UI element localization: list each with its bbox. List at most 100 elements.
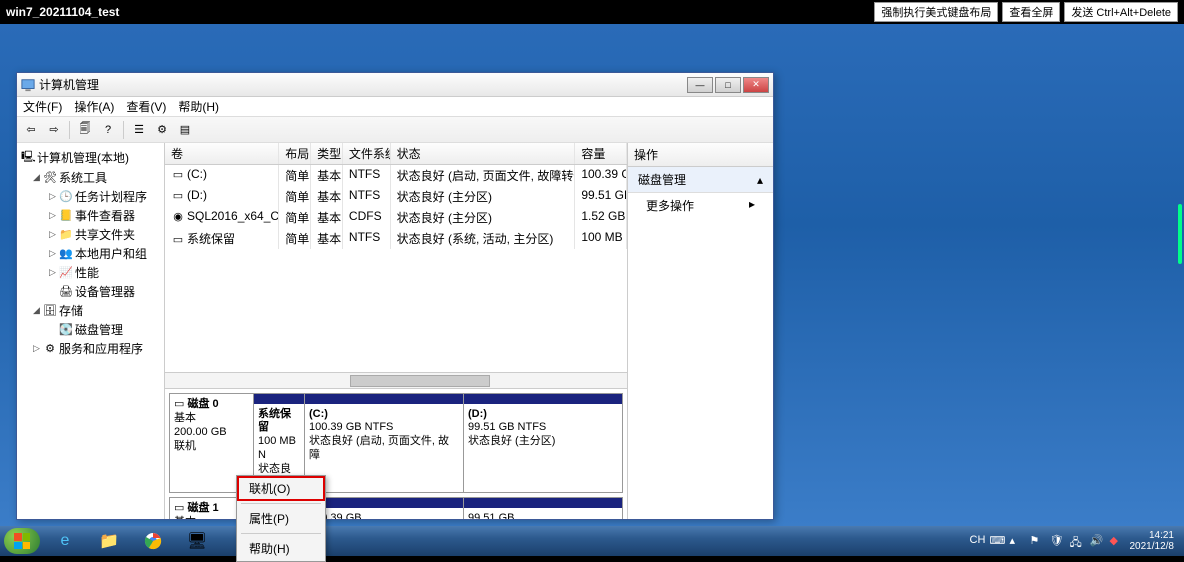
refresh-button[interactable]: 🗐 xyxy=(75,120,95,140)
disk-icon: ▭ xyxy=(174,398,187,410)
tree-system-tools[interactable]: ◢🛠系统工具 xyxy=(19,168,162,187)
back-button[interactable]: ⇦ xyxy=(21,120,41,140)
tools-icon: 🛠 xyxy=(43,171,57,184)
tree-local-users[interactable]: ▷👥本地用户和组 xyxy=(19,244,162,263)
actions-diskmgmt[interactable]: 磁盘管理▴ xyxy=(628,167,773,193)
cd-icon: ◉ xyxy=(171,210,185,223)
volume-row[interactable]: ▭(D:) 简单基本 NTFS状态良好 (主分区)99.51 GB xyxy=(165,186,627,207)
users-icon: 👥 xyxy=(59,247,73,260)
tree-shared-folders[interactable]: ▷📁共享文件夹 xyxy=(19,225,162,244)
minimize-button[interactable]: — xyxy=(687,77,713,93)
partition-c[interactable]: (C:)100.39 GB NTFS状态良好 (启动, 页面文件, 故障 xyxy=(304,394,463,493)
tray-ime[interactable]: CH xyxy=(970,534,984,548)
send-ctrl-alt-del-button[interactable]: 发送 Ctrl+Alt+Delete xyxy=(1064,2,1178,22)
disk-graphical-view: ▭ 磁盘 0 基本 200.00 GB 联机 系统保留100 MB N状态良好 … xyxy=(165,388,627,520)
tray-network-icon[interactable]: 🖧 xyxy=(1070,534,1084,548)
tree-device-manager[interactable]: 🖨设备管理器 xyxy=(19,282,162,301)
center-pane: 卷 布局 类型 文件系统 状态 容量 ▭(C:) 简单基本 NTFS状态良好 (… xyxy=(165,143,628,519)
chevron-right-icon: ▸ xyxy=(749,197,755,214)
forward-button[interactable]: ⇨ xyxy=(44,120,64,140)
force-us-keyboard-button[interactable]: 强制执行美式键盘布局 xyxy=(874,2,998,22)
edge-indicator xyxy=(1178,204,1182,264)
perf-icon: 📈 xyxy=(59,266,73,279)
disk-icon: ▭ xyxy=(174,502,187,514)
taskbar[interactable]: e 📁 🖥 CH ⌨ ▴ ⚑ 🛡 🖧 🔊 ◆ 14:21 2021/12/8 xyxy=(0,526,1184,556)
start-button[interactable] xyxy=(4,528,40,554)
partition-offline-3[interactable]: 99.51 GB xyxy=(463,498,622,519)
col-volume[interactable]: 卷 xyxy=(165,143,279,164)
taskbar-ie[interactable]: e xyxy=(46,529,84,553)
horizontal-scrollbar[interactable] xyxy=(165,372,627,388)
tray-up-icon[interactable]: ▴ xyxy=(1010,534,1024,548)
actions-header: 操作 xyxy=(628,143,773,167)
volume-row[interactable]: ◉SQL2016_x64_CHS (E:) 简单基本 CDFS状态良好 (主分区… xyxy=(165,207,627,228)
computer-icon: 🖳 xyxy=(21,148,35,167)
nav-tree[interactable]: 🖳计算机管理(本地) ◢🛠系统工具 ▷🕒任务计划程序 ▷📒事件查看器 ▷📁共享文… xyxy=(17,143,165,519)
menubar: 文件(F) 操作(A) 查看(V) 帮助(H) xyxy=(17,97,773,117)
volume-table: 卷 布局 类型 文件系统 状态 容量 ▭(C:) 简单基本 NTFS状态良好 (… xyxy=(165,143,627,249)
menu-action[interactable]: 操作(A) xyxy=(74,98,114,115)
titlebar[interactable]: 计算机管理 — □ ✕ xyxy=(17,73,773,97)
actions-pane: 操作 磁盘管理▴ 更多操作▸ xyxy=(628,143,773,519)
fullscreen-button[interactable]: 查看全屏 xyxy=(1002,2,1060,22)
event-icon: 📒 xyxy=(59,209,73,222)
disk-icon: 💽 xyxy=(59,323,73,336)
taskbar-explorer[interactable]: 📁 xyxy=(90,529,128,553)
partition-offline-2[interactable]: 100.39 GB xyxy=(304,498,463,519)
close-button[interactable]: ✕ xyxy=(743,77,769,93)
computer-management-window: 计算机管理 — □ ✕ 文件(F) 操作(A) 查看(V) 帮助(H) ⇦ ⇨ … xyxy=(16,72,774,520)
taskbar-compmgmt[interactable]: 🖥 xyxy=(178,529,216,553)
volume-row[interactable]: ▭系统保留 简单基本 NTFS状态良好 (系统, 活动, 主分区)100 MB xyxy=(165,228,627,249)
remote-topbar: win7_20211104_test 强制执行美式键盘布局 查看全屏 发送 Ct… xyxy=(0,0,1184,24)
menu-view[interactable]: 查看(V) xyxy=(126,98,166,115)
col-type[interactable]: 类型 xyxy=(311,143,343,164)
context-menu: 联机(O) 属性(P) 帮助(H) xyxy=(236,475,326,562)
tree-storage[interactable]: ◢🗄存储 xyxy=(19,301,162,320)
drive-icon: ▭ xyxy=(171,189,185,202)
ctx-online[interactable]: 联机(O) xyxy=(237,476,325,501)
tray-flag-icon[interactable]: ⚑ xyxy=(1030,534,1044,548)
menu-file[interactable]: 文件(F) xyxy=(23,98,62,115)
tray-keyboard-icon[interactable]: ⌨ xyxy=(990,534,1004,548)
col-capacity[interactable]: 容量 xyxy=(575,143,627,164)
services-icon: ⚙ xyxy=(43,342,57,355)
help-button[interactable]: ? xyxy=(98,120,118,140)
system-tray[interactable]: CH ⌨ ▴ ⚑ 🛡 🖧 🔊 ◆ 14:21 2021/12/8 xyxy=(970,530,1181,552)
ctx-properties[interactable]: 属性(P) xyxy=(237,506,325,531)
folder-icon: 📁 xyxy=(59,228,73,241)
drive-icon: ▭ xyxy=(171,233,185,246)
taskbar-chrome[interactable] xyxy=(134,529,172,553)
tree-root[interactable]: 🖳计算机管理(本地) xyxy=(19,147,162,168)
tray-shield-icon[interactable]: 🛡 xyxy=(1050,534,1064,548)
volume-header[interactable]: 卷 布局 类型 文件系统 状态 容量 xyxy=(165,143,627,165)
device-icon: 🖨 xyxy=(59,285,73,298)
tree-task-scheduler[interactable]: ▷🕒任务计划程序 xyxy=(19,187,162,206)
tree-disk-management[interactable]: 💽磁盘管理 xyxy=(19,320,162,339)
volume-row[interactable]: ▭(C:) 简单基本 NTFS状态良好 (启动, 页面文件, 故障转储, 主分区… xyxy=(165,165,627,186)
chrome-icon xyxy=(144,532,162,550)
storage-icon: 🗄 xyxy=(43,304,57,317)
maximize-button[interactable]: □ xyxy=(715,77,741,93)
tray-volume-icon[interactable]: 🔊 xyxy=(1090,534,1104,548)
windows-logo-icon xyxy=(14,533,30,549)
col-status[interactable]: 状态 xyxy=(391,143,576,164)
tree-event-viewer[interactable]: ▷📒事件查看器 xyxy=(19,206,162,225)
menu-help[interactable]: 帮助(H) xyxy=(178,98,219,115)
session-title: win7_20211104_test xyxy=(6,5,119,19)
desktop: 计算机管理 — □ ✕ 文件(F) 操作(A) 查看(V) 帮助(H) ⇦ ⇨ … xyxy=(0,24,1184,526)
col-layout[interactable]: 布局 xyxy=(279,143,311,164)
actions-more[interactable]: 更多操作▸ xyxy=(628,193,773,218)
clock-icon: 🕒 xyxy=(59,190,73,203)
tree-services-apps[interactable]: ▷⚙服务和应用程序 xyxy=(19,339,162,358)
partition-d[interactable]: (D:)99.51 GB NTFS状态良好 (主分区) xyxy=(463,394,622,493)
settings-button[interactable]: ⚙ xyxy=(152,120,172,140)
collapse-icon: ▴ xyxy=(757,173,763,187)
view-button[interactable]: ☰ xyxy=(129,120,149,140)
ctx-help[interactable]: 帮助(H) xyxy=(237,536,325,561)
list-button[interactable]: ▤ xyxy=(175,120,195,140)
tree-performance[interactable]: ▷📈性能 xyxy=(19,263,162,282)
col-filesystem[interactable]: 文件系统 xyxy=(343,143,391,164)
toolbar: ⇦ ⇨ 🗐 ? ☰ ⚙ ▤ xyxy=(17,117,773,143)
tray-app-icon[interactable]: ◆ xyxy=(1110,534,1124,548)
tray-clock[interactable]: 14:21 2021/12/8 xyxy=(1130,530,1181,552)
